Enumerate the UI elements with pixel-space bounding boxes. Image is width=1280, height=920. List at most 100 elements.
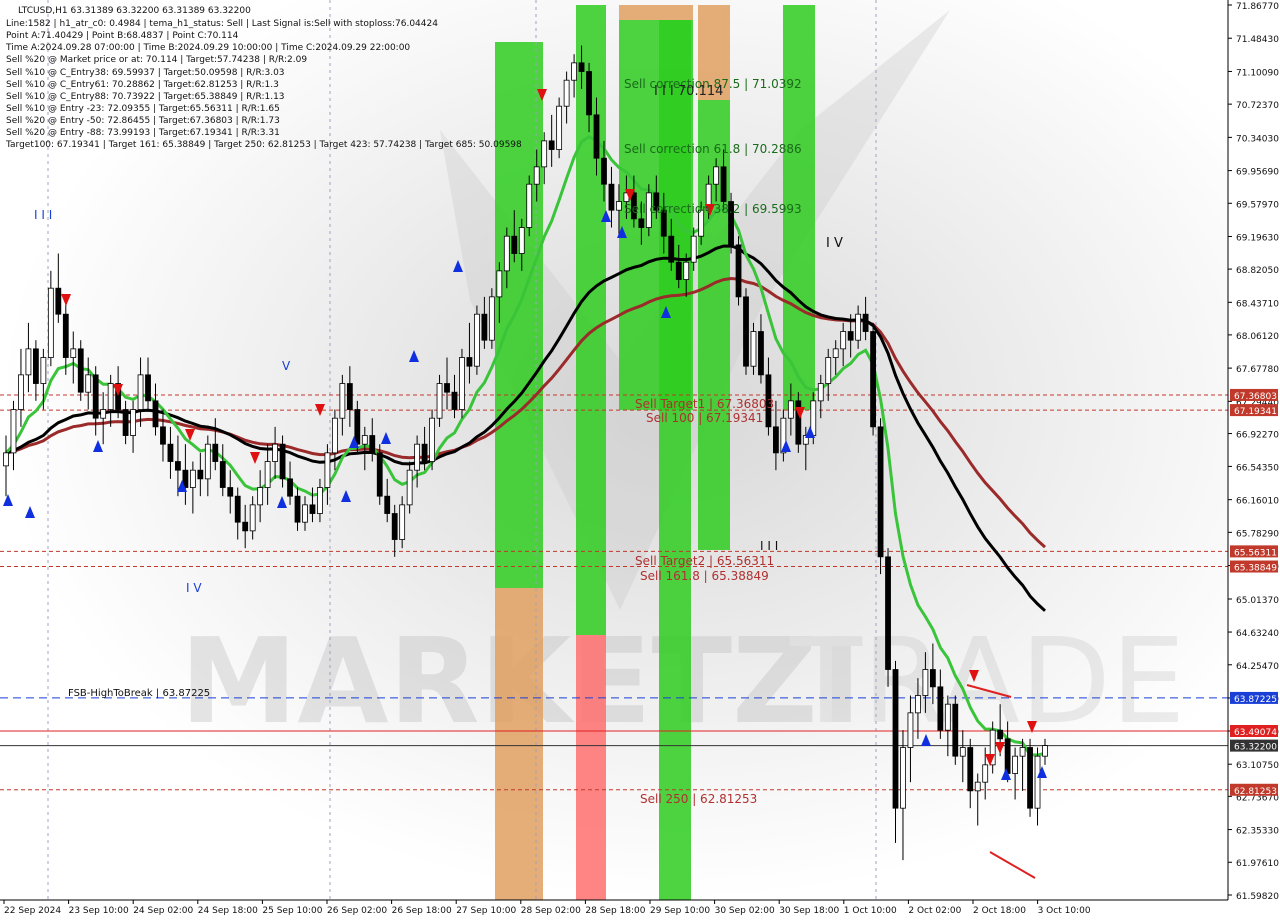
candle-body [219,461,226,488]
price-tick-label: 66.92270 [1236,431,1279,441]
candle-body [317,487,323,514]
correction-label: Sell correction 61.8 | 70.2886 [624,142,802,156]
candle-body [70,348,77,358]
candle-body [77,348,84,393]
candle-body [735,244,742,298]
candle-body [10,409,17,454]
candle-body [900,747,906,809]
candle-body [675,261,682,280]
price-tag-label: 62.81253 [1234,787,1277,797]
candle-body [571,62,577,81]
candle-body [107,383,114,410]
level-label: Sell 100 | 67.19341 [646,411,763,425]
price-tick-label: 65.01370 [1236,596,1279,606]
signal-zone [576,635,606,900]
candle-body [787,400,794,419]
candle-body [287,478,293,497]
wave-label: V [282,359,291,373]
candle-body [758,331,764,376]
level-label: Sell 161.8 | 65.38849 [640,569,769,583]
candle-body [137,374,144,410]
candle-body [436,383,443,419]
candle-body [690,235,697,263]
price-tick-label: 69.19630 [1236,234,1279,244]
price-tag-label: 65.56311 [1234,548,1277,558]
candle-body [750,331,757,367]
candle-body [481,313,488,341]
candle-body [541,140,548,168]
time-tick-label: 25 Sep 10:00 [262,906,322,916]
candle-body [944,703,951,731]
candle-body [892,669,899,809]
price-tick-label: 71.10090 [1236,68,1279,78]
candle-body [496,270,503,298]
candle-body [346,383,353,410]
info-line: Line:1582 | h1_atr_c0: 0.4984 | tema_h1_… [6,19,438,29]
candle-body [459,357,465,410]
price-tick-label: 70.34030 [1236,134,1279,144]
correction-label: Sell correction 38.2 | 69.5993 [624,202,802,216]
candle-body [556,105,563,150]
candle-body [526,183,533,228]
candle-body [197,469,204,480]
info-line: Target100: 67.19341 | Target 161: 65.388… [5,140,522,150]
time-tick-label: 28 Sep 18:00 [585,906,645,916]
candle-body [929,669,936,688]
candle-body [862,313,869,332]
candle-body [683,261,690,280]
time-tick-label: 23 Sep 10:00 [69,906,129,916]
candle-body [578,62,585,72]
candle-body [62,313,69,358]
candle-body [720,166,727,202]
candle-body [167,443,174,462]
candle-body [18,374,24,410]
candle-body [227,487,234,497]
candle-body [907,712,914,748]
wave-label: I V [186,581,202,595]
info-line: Point A:71.40429 | Point B:68.4837 | Poi… [6,31,239,41]
candle-body [922,669,929,696]
candle-body [204,443,211,480]
candle-body [586,71,592,116]
candle-body [474,313,480,367]
time-tick-label: 30 Sep 02:00 [715,906,775,916]
time-tick-label: 2 Oct 18:00 [973,906,1026,916]
price-tick-label: 65.78290 [1236,529,1279,539]
candle-body [616,201,622,211]
candle-body [361,435,368,445]
price-tick-label: 70.72370 [1236,101,1279,111]
candle-body [937,686,944,731]
candle-body [249,504,256,532]
candle-body [959,747,966,757]
candle-body [974,781,981,792]
price-tag-label: 67.19341 [1234,407,1277,417]
candle-body [100,409,107,419]
candle-body [92,374,99,419]
time-tick-label: 22 Sep 2024 [4,906,61,916]
info-line: Sell %10 @ C_Entry88: 70.73922 | Target:… [6,92,285,102]
time-tick-label: 26 Sep 18:00 [392,906,452,916]
time-tick-label: 29 Sep 10:00 [650,906,710,916]
candle-body [832,348,839,358]
candle-body [32,348,39,384]
candle-body [997,729,1004,740]
candle-body [511,235,518,254]
candle-body [638,218,645,228]
price-tick-label: 61.59820 [1236,892,1279,902]
candle-body [488,296,495,341]
price-tick-label: 66.54350 [1236,463,1279,473]
price-tag-label: 63.49074 [1234,728,1277,738]
level-label: Sell Target1 | 67.36803 [635,397,774,411]
candle-body [855,313,862,341]
wave-label: I I I [34,208,52,222]
candle-body [55,287,62,315]
candle-body [451,391,458,410]
candle-body [601,157,607,185]
candle-body [25,348,32,376]
candle-body [593,114,600,159]
price-tick-label: 61.97610 [1236,859,1279,869]
candle-body [3,452,9,467]
price-tick-label: 71.48430 [1236,35,1279,45]
candle-body [1042,745,1048,757]
price-tag-label: 65.38849 [1234,564,1277,574]
